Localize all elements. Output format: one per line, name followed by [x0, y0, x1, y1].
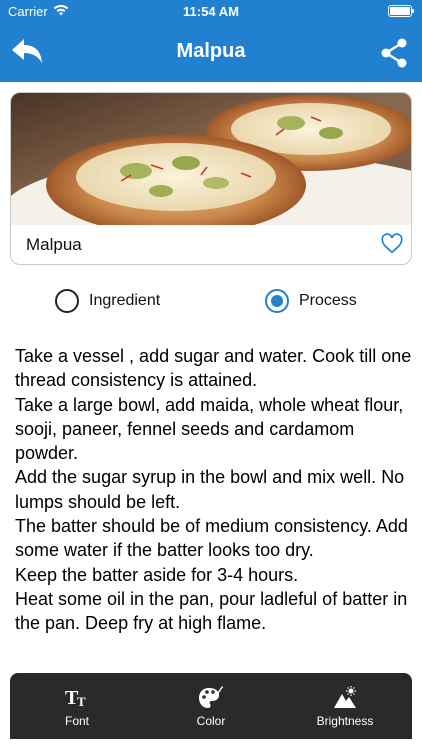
share-icon[interactable] — [380, 38, 408, 68]
radio-selected-icon — [265, 289, 289, 313]
heart-outline-icon[interactable] — [381, 233, 403, 255]
font-label: Font — [64, 714, 89, 728]
recipe-name: Malpua — [26, 235, 82, 254]
process-radio[interactable]: Process — [265, 288, 357, 314]
palette-icon — [199, 686, 223, 708]
color-label: Color — [196, 714, 226, 728]
process-step: Heat some oil in the pan, pour ladleful … — [15, 588, 408, 634]
process-text: Take a vessel , add sugar and water. Coo… — [15, 344, 415, 636]
process-step: Take a large bowl, add maida, whole whea… — [15, 394, 404, 464]
process-step: Take a vessel , add sugar and water. Coo… — [15, 346, 412, 391]
ingredient-label: Ingredient — [89, 292, 161, 309]
status-time: 11:54 AM — [183, 4, 239, 19]
process-label: Process — [299, 292, 357, 309]
font-size-icon: T T — [65, 687, 86, 709]
bottom-toolbar: T T Font Color Brightness — [10, 673, 412, 739]
nav-bar: Malpua — [0, 24, 422, 82]
radio-circle-icon — [55, 289, 79, 313]
font-button[interactable]: T T Font — [10, 673, 144, 739]
brightness-button[interactable]: Brightness — [278, 673, 412, 739]
page-title: Malpua — [176, 40, 246, 62]
status-bar: Carrier 11:54 AM — [0, 0, 422, 24]
process-step: Keep the batter aside for 3-4 hours. — [15, 564, 299, 585]
battery-icon — [388, 5, 414, 17]
brightness-icon — [334, 686, 356, 708]
brightness-label: Brightness — [316, 714, 374, 728]
color-button[interactable]: Color — [144, 673, 278, 739]
svg-text:T: T — [77, 694, 86, 709]
ingredient-radio[interactable]: Ingredient — [55, 288, 160, 314]
process-step: The batter should be of medium consisten… — [15, 516, 408, 561]
malpua-photo — [11, 93, 411, 225]
recipe-card: Malpua — [10, 92, 412, 265]
process-step: Add the sugar syrup in the bowl and mix … — [15, 467, 405, 512]
